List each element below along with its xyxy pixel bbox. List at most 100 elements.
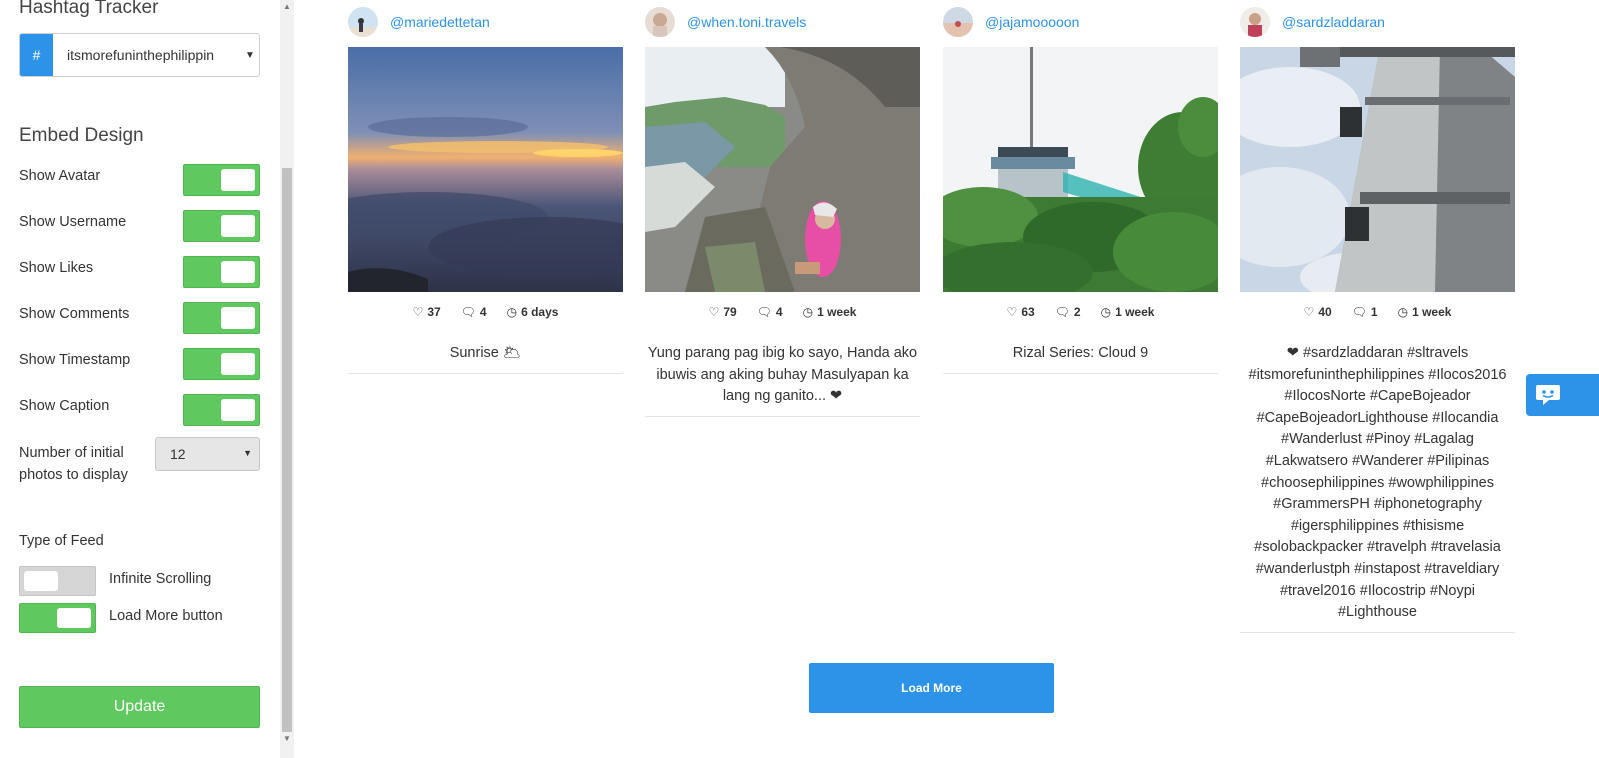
infinite-scrolling-toggle[interactable]: [19, 566, 96, 596]
card-user[interactable]: @when.toni.travels: [645, 7, 806, 37]
toggle-knob: [221, 215, 255, 237]
card-user[interactable]: @mariedettetan: [348, 7, 490, 37]
likes-stat: ♡ 63: [1007, 305, 1035, 319]
avatar[interactable]: [1240, 7, 1270, 37]
username-link[interactable]: @mariedettetan: [390, 14, 490, 30]
toggle-row-show-username: Show Username: [19, 210, 260, 242]
comment-icon: 🗨: [1351, 305, 1367, 319]
load-more-toggle[interactable]: [19, 603, 96, 633]
clock-icon: ◷: [1397, 305, 1409, 319]
likes-count: 37: [427, 305, 441, 319]
toggle-row-show-timestamp: Show Timestamp: [19, 348, 260, 380]
heart-icon: ♡: [708, 305, 720, 319]
hashtag-value: itsmorefuninthephilippin: [67, 47, 215, 63]
feed-option-label: Infinite Scrolling: [109, 571, 212, 587]
comments-count: 4: [479, 305, 487, 319]
comment-icon: 🗨: [756, 305, 772, 319]
chevron-down-icon: ▼: [245, 49, 255, 61]
post-caption: Yung parang pag ibig ko sayo, Handa ako …: [645, 343, 920, 417]
avatar[interactable]: [348, 7, 378, 37]
feed-type-title: Type of Feed: [19, 533, 104, 549]
toggle-knob: [221, 353, 255, 375]
post-stats: ♡ 37 🗨 4 ◷ 6 days: [348, 305, 623, 319]
comments-stat: 🗨 4: [757, 305, 783, 319]
num-photos-value: 12: [170, 446, 186, 462]
post-caption: ❤ #sardzladdaran #sltravels #itsmorefuni…: [1240, 343, 1515, 633]
scrollbar-thumb[interactable]: [282, 168, 292, 732]
post-stats: ♡ 40 🗨 1 ◷ 1 week: [1240, 305, 1515, 319]
timestamp: 6 days: [521, 305, 559, 319]
show-avatar-toggle[interactable]: [183, 164, 260, 196]
comments-count: 4: [775, 305, 783, 319]
chat-icon: [1536, 385, 1560, 405]
num-photos-label: Number of initial photos to display: [19, 445, 128, 483]
show-likes-toggle[interactable]: [183, 256, 260, 288]
likes-stat: ♡ 79: [709, 305, 737, 319]
post-stats: ♡ 63 🗨 2 ◷ 1 week: [943, 305, 1218, 319]
feed-option-load-more: Load More button: [19, 603, 260, 633]
post-photo[interactable]: [943, 47, 1218, 292]
chat-widget-button[interactable]: [1526, 374, 1599, 416]
heart-icon: ♡: [412, 305, 424, 319]
comments-count: 2: [1073, 305, 1081, 319]
likes-count: 63: [1021, 305, 1035, 319]
toggle-label: Show Username: [19, 214, 127, 230]
avatar[interactable]: [943, 7, 973, 37]
username-link[interactable]: @jajamooooon: [985, 14, 1079, 30]
timestamp: 1 week: [817, 305, 857, 319]
hashtag-prefix: #: [20, 34, 53, 76]
timestamp: 1 week: [1412, 305, 1452, 319]
post-caption: Sunrise 🌥: [348, 343, 623, 374]
post-photo[interactable]: [645, 47, 920, 292]
num-photos-select[interactable]: 12 ▼: [155, 437, 260, 471]
toggle-knob: [24, 571, 58, 591]
toggle-row-show-likes: Show Likes: [19, 256, 260, 288]
post-photo[interactable]: [1240, 47, 1515, 292]
toggle-label: Show Caption: [19, 398, 110, 414]
toggle-row-show-caption: Show Caption: [19, 394, 260, 426]
clock-icon: ◷: [506, 305, 518, 319]
card-user[interactable]: @jajamooooon: [943, 7, 1079, 37]
toggle-label: Show Avatar: [19, 168, 101, 184]
toggle-knob: [221, 261, 255, 283]
show-username-toggle[interactable]: [183, 210, 260, 242]
scroll-up-arrow-icon[interactable]: ▲: [283, 2, 291, 11]
sidebar-scrollbar[interactable]: ▲ ▼: [280, 0, 294, 758]
username-link[interactable]: @when.toni.travels: [687, 14, 806, 30]
heart-icon: ♡: [1006, 305, 1018, 319]
post-photo[interactable]: [348, 47, 623, 292]
comments-stat: 🗨 4: [461, 305, 487, 319]
show-timestamp-toggle[interactable]: [183, 348, 260, 380]
timestamp: 1 week: [1115, 305, 1155, 319]
toggle-knob: [221, 169, 255, 191]
likes-stat: ♡ 40: [1304, 305, 1332, 319]
toggle-row-show-avatar: Show Avatar: [19, 164, 260, 196]
comment-icon: 🗨: [1054, 305, 1070, 319]
likes-count: 40: [1318, 305, 1332, 319]
timestamp-stat: ◷ 6 days: [507, 305, 559, 319]
clock-icon: ◷: [802, 305, 814, 319]
comment-icon: 🗨: [460, 305, 476, 319]
feed-option-label: Load More button: [109, 608, 223, 624]
avatar[interactable]: [645, 7, 675, 37]
timestamp-stat: ◷ 1 week: [1398, 305, 1452, 319]
show-caption-toggle[interactable]: [183, 394, 260, 426]
toggle-knob: [57, 608, 91, 628]
scroll-down-arrow-icon[interactable]: ▼: [283, 734, 291, 743]
clock-icon: ◷: [1100, 305, 1112, 319]
chevron-down-icon: ▼: [243, 448, 252, 458]
show-comments-toggle[interactable]: [183, 302, 260, 334]
toggle-label: Show Timestamp: [19, 352, 131, 368]
toggle-row-show-comments: Show Comments: [19, 302, 260, 334]
load-more-button[interactable]: Load More: [809, 663, 1054, 713]
username-link[interactable]: @sardzladdaran: [1282, 14, 1385, 30]
update-button[interactable]: Update: [19, 686, 260, 728]
post-caption: Rizal Series: Cloud 9: [943, 343, 1218, 374]
heart-icon: ♡: [1303, 305, 1315, 319]
comments-count: 1: [1370, 305, 1378, 319]
card-user[interactable]: @sardzladdaran: [1240, 7, 1385, 37]
hashtag-select[interactable]: # itsmorefuninthephilippin ▼: [19, 33, 260, 77]
feed-option-infinite-scrolling: Infinite Scrolling: [19, 566, 260, 596]
comments-stat: 🗨 1: [1352, 305, 1378, 319]
sidebar-title: Hashtag Tracker: [19, 0, 159, 18]
